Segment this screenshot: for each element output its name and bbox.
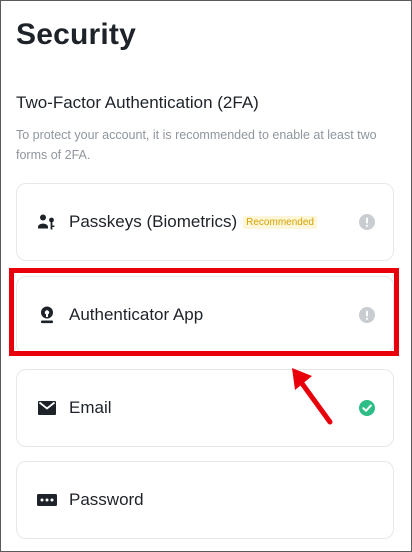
warning-icon bbox=[359, 214, 375, 230]
method-passkeys[interactable]: Passkeys (Biometrics) Recommended bbox=[16, 183, 394, 261]
arrow-annotation bbox=[292, 368, 333, 425]
password-icon bbox=[37, 490, 57, 510]
envelope-icon bbox=[37, 398, 57, 418]
check-circle-icon bbox=[359, 400, 375, 416]
page-title: Security bbox=[16, 18, 136, 51]
section-title: Two-Factor Authentication (2FA) bbox=[16, 93, 259, 112]
method-label: Passkeys (Biometrics) Recommended bbox=[69, 212, 317, 232]
highlight-box bbox=[9, 268, 399, 356]
method-label: Email bbox=[69, 398, 112, 417]
passkey-icon bbox=[37, 212, 57, 232]
recommended-badge: Recommended bbox=[243, 216, 317, 229]
method-label: Password bbox=[69, 490, 144, 509]
method-password[interactable]: Password bbox=[16, 461, 394, 539]
section-description: To protect your account, it is recommend… bbox=[16, 128, 377, 162]
